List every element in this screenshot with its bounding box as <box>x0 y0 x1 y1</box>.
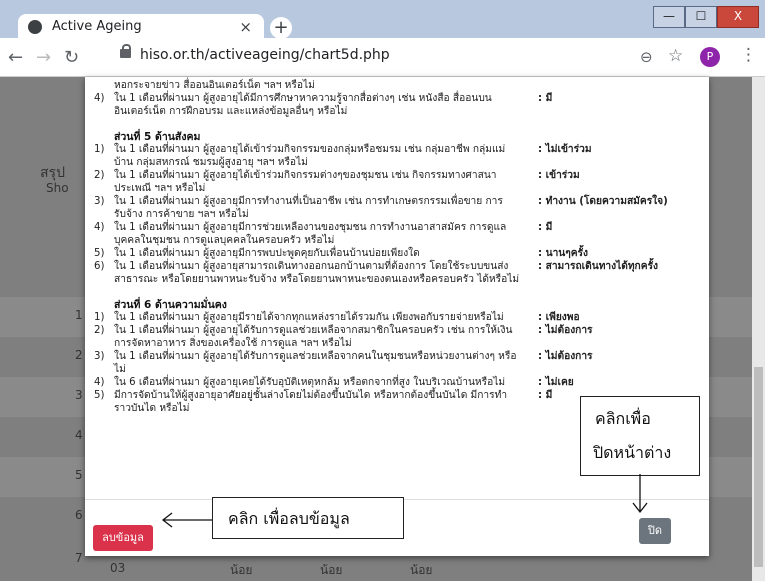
browser-tab[interactable]: Active Ageing × <box>18 14 264 40</box>
delete-annotation-text: คลิก เพื่อลบข้อมูล <box>228 509 350 528</box>
close-annotation-line2: ปิดหน้าต่าง <box>593 443 672 462</box>
minimize-button[interactable]: — <box>653 6 685 28</box>
question-text: ราวบันได หรือไม่ <box>114 403 190 414</box>
page-scrollbar[interactable] <box>752 77 765 581</box>
question-text: ไม่ <box>114 364 126 375</box>
tab-close-icon[interactable]: × <box>239 18 252 36</box>
answer-value: : สามารถเดินทางได้ทุกครั้ง <box>538 261 658 272</box>
details-modal: หอกระจายข่าว สื่ออนอินเตอร์เน็ต ฯลฯ หรือ… <box>85 77 709 556</box>
browser-chrome: Active Ageing × + — ☐ X ← → ↻ hiso.or.th… <box>0 0 765 77</box>
question-text: มีการจัดบ้านให้ผู้สูงอายุอาศัยอยู่ชั้นล่… <box>114 390 508 401</box>
question-text: ใน 1 เดือนที่ผ่านมา ผู้สูงอายุได้เข้าร่ว… <box>114 170 497 181</box>
background-cell: 03 <box>110 561 126 575</box>
answer-value: : ไม่ต้องการ <box>538 325 593 336</box>
arrow-down-icon <box>632 474 648 514</box>
question-text: ใน 1 เดือนที่ผ่านมา ผู้สูงอายุมีรายได้จา… <box>114 312 504 323</box>
question-number: 1) <box>94 312 105 323</box>
background-row-number: 3 <box>75 388 83 402</box>
reload-icon[interactable]: ↻ <box>64 47 79 68</box>
question-text: บุคคลในชุมชน การดูแลบุคคลในครอบครัว หรือ… <box>114 235 335 246</box>
globe-icon <box>28 20 42 34</box>
question-number: 4) <box>94 93 105 104</box>
question-number: 3) <box>94 196 105 207</box>
question-text: ใน 1 เดือนที่ผ่านมา ผู้สูงอายุได้เข้าร่ว… <box>114 144 506 155</box>
question-text: สาธารณะ หรือโดยยานพาหนะรับจ้าง หรือโดยยา… <box>114 274 520 285</box>
question-text: อินเตอร์เน็ต การฝึกอบรม และแหล่งข้อมูลอื… <box>114 106 348 117</box>
close-annotation: คลิกเพื่อ ปิดหน้าต่าง <box>580 396 700 476</box>
answer-value: : มี <box>538 93 553 104</box>
question-text: หอกระจายข่าว สื่ออนอินเตอร์เน็ต ฯลฯ หรือ… <box>114 80 315 91</box>
maximize-button[interactable]: ☐ <box>685 6 717 28</box>
question-number: 5) <box>94 248 105 259</box>
bookmark-star-icon[interactable]: ☆ <box>668 46 683 66</box>
answer-value: : ไม่เคย <box>538 377 574 388</box>
background-row-number: 5 <box>75 468 83 482</box>
question-number: 4) <box>94 377 105 388</box>
forward-arrow-icon[interactable]: → <box>36 47 51 68</box>
background-row-number: 7 <box>75 551 83 565</box>
background-row-number: 6 <box>75 508 83 522</box>
answer-value: : มี <box>538 390 553 401</box>
address-bar[interactable]: hiso.or.th/activeageing/chart5d.php <box>108 42 688 72</box>
question-text: บ้าน กลุ่มสหกรณ์ ชมรมผู้สูงอายุ ฯลฯ หรือ… <box>114 157 308 168</box>
question-text: ใน 1 เดือนที่ผ่านมา ผู้สูงอายุได้รับการด… <box>114 325 513 336</box>
answer-value: : มี <box>538 222 553 233</box>
back-arrow-icon[interactable]: ← <box>8 47 23 68</box>
arrow-left-icon <box>161 512 212 528</box>
tab-title: Active Ageing <box>52 19 142 34</box>
answer-value: : เข้าร่วม <box>538 170 580 181</box>
scrollbar-thumb[interactable] <box>754 367 763 567</box>
question-text: รับจ้าง การค้าขาย ฯลฯ หรือไม่ <box>114 209 249 220</box>
profile-avatar[interactable]: P <box>700 47 720 67</box>
answer-value: : เพียงพอ <box>538 312 580 323</box>
window-controls: — ☐ X <box>653 6 759 28</box>
question-text: ประเพณี ฯลฯ หรือไม่ <box>114 183 206 194</box>
delete-button[interactable]: ลบข้อมูล <box>93 525 153 551</box>
answer-value: : ไม่เข้าร่วม <box>538 144 592 155</box>
question-number: 2) <box>94 170 105 181</box>
question-text: ใน 1 เดือนที่ผ่านมา ผู้สูงอายุมีการช่วยเ… <box>114 222 507 233</box>
question-number: 3) <box>94 351 105 362</box>
background-row-number: 4 <box>75 428 83 442</box>
new-tab-button[interactable]: + <box>270 17 292 39</box>
close-button[interactable]: ปิด <box>639 518 671 544</box>
question-number: 4) <box>94 222 105 233</box>
delete-annotation: คลิก เพื่อลบข้อมูล <box>212 497 404 539</box>
menu-dots-icon[interactable]: ⋮ <box>740 45 757 65</box>
close-annotation-line1: คลิกเพื่อ <box>595 409 651 428</box>
background-row-number: 1 <box>75 308 83 322</box>
question-text: ใน 1 เดือนที่ผ่านมา ผู้สูงอายุได้รับการด… <box>114 351 517 362</box>
background-row-number: 2 <box>75 348 83 362</box>
question-number: 5) <box>94 390 105 401</box>
tab-strip: Active Ageing × + — ☐ X <box>0 0 765 40</box>
question-text: ใน 1 เดือนที่ผ่านมา ผู้สูงอายุสามารถเดิน… <box>114 261 509 272</box>
background-cell: น้อย <box>320 563 343 577</box>
zoom-icon[interactable]: ⊖ <box>640 48 653 66</box>
question-text: การจัดหาอาหาร สิ่งของเครื่องใช้ การดูแล … <box>114 338 352 349</box>
background-cell: น้อย <box>230 563 253 577</box>
answer-value: : ทำงาน (โดยความสมัครใจ) <box>538 196 668 207</box>
question-text: ใน 1 เดือนที่ผ่านมา ผู้สูงอายุได้มีการศึ… <box>114 93 492 104</box>
answer-value: : นานๆครั้ง <box>538 248 589 259</box>
question-text: ใน 1 เดือนที่ผ่านมา ผู้สูงอายุมีการทำงาน… <box>114 196 503 207</box>
question-number: 2) <box>94 325 105 336</box>
close-window-button[interactable]: X <box>717 6 759 28</box>
answer-value: : ไม่ต้องการ <box>538 351 593 362</box>
question-text: ใน 6 เดือนที่ผ่านมา ผู้สูงอายุเคยได้รับอ… <box>114 377 506 388</box>
question-number: 1) <box>94 144 105 155</box>
question-text: ใน 1 เดือนที่ผ่านมา ผู้สูงอายุมีการพบปะพ… <box>114 248 420 259</box>
lock-icon <box>120 44 131 58</box>
question-number: 6) <box>94 261 105 272</box>
background-show-label: Sho <box>46 181 69 195</box>
url-text: hiso.or.th/activeageing/chart5d.php <box>140 47 390 63</box>
background-cell: น้อย <box>410 563 433 577</box>
